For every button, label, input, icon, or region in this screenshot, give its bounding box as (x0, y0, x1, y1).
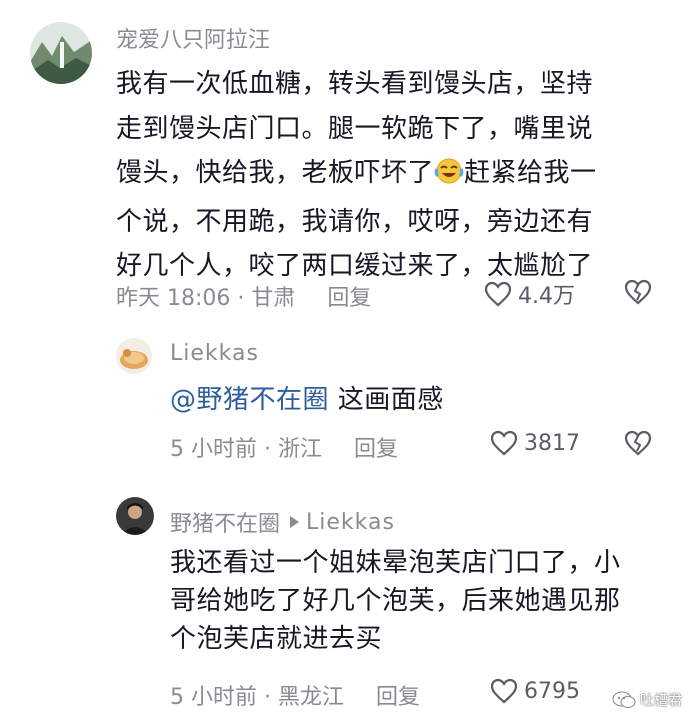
reply2-username[interactable]: 野猪不在圈 (170, 506, 280, 538)
comment-line-part: 馒头，快给我，老板吓坏了 (116, 158, 435, 188)
like-button[interactable]: 3817 (490, 430, 580, 456)
rofl-emoji-icon (434, 155, 464, 200)
avatar-liekkas[interactable] (116, 338, 152, 374)
reply1-username[interactable]: Liekkas (170, 341, 259, 366)
reply-button[interactable]: 回复 (354, 431, 398, 463)
reply-button[interactable]: 回复 (327, 280, 371, 312)
reply1-time: 5 小时前 · 浙江 (170, 437, 322, 462)
comment-line: 我有一次低血糖，转头看到馒头店，坚持 (116, 69, 594, 99)
comment-text: 我有一次低血糖，转头看到馒头店，坚持 走到馒头店门口。腿一软跪下了，嘴里说 馒头… (116, 62, 597, 289)
comment-line-part: 赶紧给我一 (464, 158, 597, 188)
comment-line: 馒头，快给我，老板吓坏了 赶紧给我一 (116, 151, 597, 200)
like-count: 6795 (524, 678, 580, 704)
like-button[interactable]: 4.4万 (484, 278, 575, 310)
watermark: 吐槽君 (612, 690, 682, 710)
dislike-button[interactable] (624, 430, 652, 460)
reply-arrow-icon (288, 515, 300, 529)
avatar-yezhu[interactable] (116, 497, 154, 535)
watermark-text: 吐槽君 (640, 693, 682, 709)
reply2-time: 5 小时前 · 黑龙江 (170, 685, 344, 710)
reply2-meta: 5 小时前 · 黑龙江 回复 (170, 679, 420, 711)
reply-button[interactable]: 回复 (376, 679, 420, 711)
like-count: 4.4万 (518, 284, 575, 309)
reply1-text: @野猪不在圈 这画面感 (170, 380, 444, 420)
reply1-meta: 5 小时前 · 浙江 回复 (170, 431, 398, 463)
comment-username[interactable]: 宠爱八只阿拉汪 (116, 22, 270, 54)
heart-icon (484, 281, 512, 307)
reply1-content: 这画面感 (329, 385, 444, 415)
reply2-line: 个泡芙店就进去买 (170, 624, 383, 654)
reply2-text: 我还看过一个姐妹晕泡芙店门口了，小 哥给她吃了好几个泡芙，后来她遇见那 个泡芙店… (170, 544, 621, 658)
like-button[interactable]: 6795 (490, 678, 580, 704)
like-count: 3817 (524, 430, 580, 456)
reply2-reply-to[interactable]: Liekkas (306, 510, 395, 535)
comment-line: 走到馒头店门口。腿一软跪下了，嘴里说 (116, 113, 594, 144)
heart-icon (490, 430, 518, 456)
comment-time: 昨天 18:06 · 甘肃 (116, 286, 296, 311)
reply2-username-row: 野猪不在圈 Liekkas (170, 506, 395, 538)
reply2-line: 我还看过一个姐妹晕泡芙店门口了，小 (170, 548, 621, 578)
wechat-icon (612, 690, 636, 710)
dislike-button[interactable] (624, 279, 652, 309)
avatar-commenter[interactable] (30, 22, 92, 84)
reply1-line: @野猪不在圈 这画面感 (170, 380, 444, 420)
comment-line: 个说，不用跪，我请你，哎呀，旁边还有 (116, 206, 594, 237)
heart-icon (490, 678, 518, 704)
reply2-line: 哥给她吃了好几个泡芙，后来她遇见那 (170, 586, 621, 616)
comment-meta: 昨天 18:06 · 甘肃 回复 (116, 280, 371, 312)
broken-heart-icon (624, 430, 652, 456)
mention-link[interactable]: @野猪不在圈 (170, 385, 329, 415)
broken-heart-icon (624, 279, 652, 305)
